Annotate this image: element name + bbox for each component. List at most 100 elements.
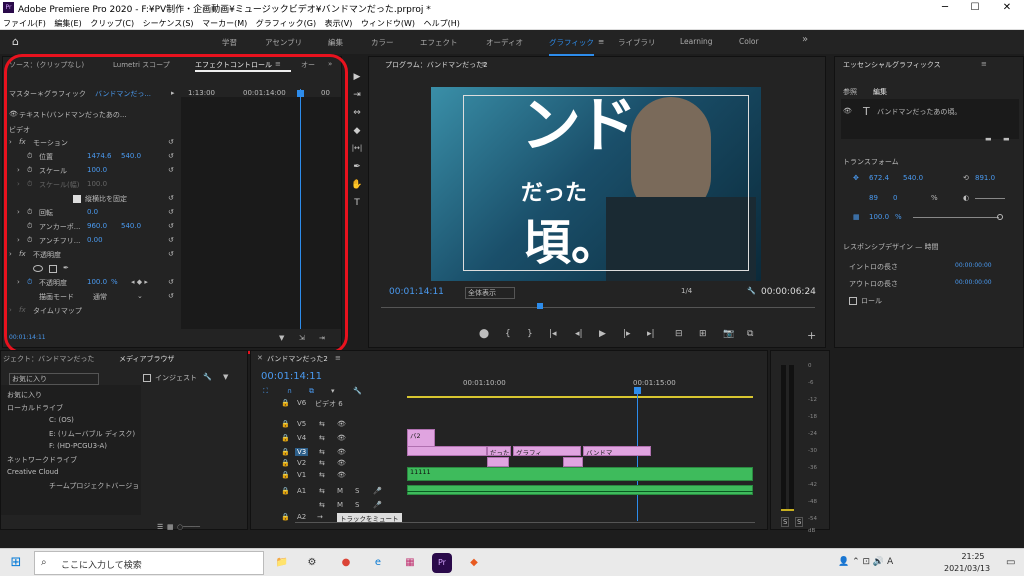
clip-a1-audio[interactable] [407, 485, 753, 495]
wrench-icon[interactable]: 🔧 [203, 373, 212, 381]
system-tray-icons[interactable]: 👤 ⌃ ⊡ 🔊 A [838, 557, 893, 567]
timeline-menu-icon[interactable]: ≡ [335, 354, 341, 362]
program-menu-icon[interactable]: ≡ [481, 60, 487, 68]
fit-dropdown[interactable]: 全体表示 [465, 287, 515, 299]
eg-scale[interactable]: 100.0 [869, 213, 889, 221]
lift-icon[interactable]: ⊟ [675, 329, 683, 339]
clip-v2-a[interactable] [487, 457, 509, 467]
project-tab[interactable]: ジェクト：バンドマンだった [3, 354, 94, 364]
media-browser-tab[interactable]: メディアブラウザ [119, 354, 175, 364]
lock-icon[interactable]: 🔒 [281, 420, 290, 428]
menu-clip[interactable]: クリップ(C) [87, 16, 137, 31]
slip-tool-icon[interactable]: |↔| [350, 144, 364, 152]
lock-icon[interactable]: 🔒 [281, 399, 290, 407]
eg-roll-checkbox[interactable] [849, 297, 857, 305]
program-monitor-title[interactable]: プログラム：バンドマンだった2 [385, 60, 488, 70]
eg-rotation[interactable]: 891.0 [975, 174, 995, 182]
ws-graphics[interactable]: グラフィック [549, 37, 594, 56]
eg-tab-edit[interactable]: 編集 [873, 87, 887, 97]
settings-gear-icon[interactable]: ⚙ [302, 553, 322, 573]
video-frame[interactable]: ンド だった 頃。 [431, 87, 761, 281]
icon-view-icon[interactable]: ▦ [167, 523, 174, 531]
sync-lock-icon[interactable]: ⇆ [319, 487, 325, 495]
eg-pos-y[interactable]: 540.0 [903, 174, 923, 182]
eg-intro-value[interactable]: 00:00:00:00 [955, 262, 992, 269]
mark-in-icon[interactable]: { [505, 329, 511, 339]
photos-icon[interactable]: ▦ [400, 553, 420, 573]
eg-anchor-y[interactable]: 0 [893, 194, 897, 202]
go-to-out-icon[interactable]: ▸| [647, 329, 655, 339]
taskbar-clock[interactable]: 21:25 [953, 552, 993, 561]
lock-icon[interactable]: 🔒 [281, 434, 290, 442]
eg-scale-handle[interactable] [997, 214, 1003, 220]
sync-lock-icon[interactable]: ⇆ [319, 434, 325, 442]
wrench-icon[interactable]: 🔧 [747, 287, 756, 295]
ws-assembly[interactable]: アセンブリ [265, 37, 302, 48]
ripple-edit-tool-icon[interactable]: ⇔ [350, 108, 364, 118]
eg-scale-slider[interactable] [913, 217, 999, 218]
mark-out-icon[interactable]: } [527, 329, 533, 339]
go-to-in-icon[interactable]: |◂ [549, 329, 557, 339]
solo-button[interactable]: S [355, 501, 359, 509]
track-label-v6[interactable]: V6 [297, 399, 306, 407]
file-explorer-icon[interactable]: 📁 [272, 553, 292, 573]
lock-icon[interactable]: 🔒 [281, 448, 290, 456]
tree-network-drives[interactable]: ネットワークドライブ [7, 455, 77, 465]
tree-drive-e[interactable]: E: (リムーバブル ディスク) [49, 429, 135, 439]
mic-icon[interactable]: 🎤 [373, 501, 382, 509]
eg-pos-x[interactable]: 672.4 [869, 174, 889, 182]
eg-menu-icon[interactable]: ≡ [981, 60, 987, 68]
mute-button[interactable]: M [337, 487, 343, 495]
timeline-scrollbar[interactable] [295, 522, 755, 523]
eg-anchor-x[interactable]: 89 [869, 194, 878, 202]
menu-view[interactable]: 表示(V) [322, 16, 356, 31]
eye-icon[interactable]: 👁 [337, 420, 346, 428]
menu-graphics[interactable]: グラフィック(G) [253, 16, 319, 31]
clip-v3-a[interactable] [407, 446, 487, 456]
sync-lock-icon[interactable]: ⇆ [319, 420, 325, 428]
windows-start-icon[interactable]: ⊞ [6, 553, 26, 573]
track-label-a1[interactable]: A1 [297, 487, 306, 495]
ws-color[interactable]: カラー [371, 37, 394, 48]
track-label-v2[interactable]: V2 [297, 459, 306, 467]
selection-tool-icon[interactable]: ▶ [350, 72, 364, 82]
pen-tool-icon[interactable]: ✒ [350, 162, 364, 172]
extract-icon[interactable]: ⊞ [699, 329, 707, 339]
close-sequence-icon[interactable]: ✕ [257, 354, 263, 362]
chrome-icon[interactable]: ● [336, 553, 356, 573]
sync-lock-icon[interactable]: ⇆ [319, 471, 325, 479]
tree-team-project[interactable]: チームプロジェクトバージョ [49, 481, 139, 491]
clip-v3-graphic[interactable]: グラフィ [513, 446, 581, 456]
zoom-slider[interactable]: ○──── [177, 523, 200, 531]
menu-help[interactable]: ヘルプ(H) [421, 16, 463, 31]
new-layer-icon[interactable]: ▬ [985, 135, 992, 143]
taskbar-search-box[interactable]: ⌕ ここに入力して検索 [34, 551, 264, 575]
track-label-v5[interactable]: V5 [297, 420, 306, 428]
lock-icon[interactable]: 🔒 [281, 459, 290, 467]
ws-learn[interactable]: 学習 [222, 37, 237, 48]
ws-graphics-menu-icon[interactable]: ≡ [598, 37, 604, 46]
clip-v3-datta[interactable]: だった [487, 446, 511, 456]
eg-opacity-slider[interactable] [975, 198, 1005, 199]
lock-icon[interactable]: 🔒 [281, 487, 290, 495]
clip-v4-graphic[interactable]: バ2 [407, 429, 435, 447]
eg-tab-browse[interactable]: 参照 [843, 87, 857, 97]
eye-icon[interactable]: 👁 [337, 434, 346, 442]
eye-icon[interactable]: 👁 [337, 459, 346, 467]
premiere-taskbar-icon[interactable]: Pr [432, 553, 452, 573]
solo-button[interactable]: S [355, 487, 359, 495]
ws-edit[interactable]: 編集 [328, 37, 343, 48]
track-label-a2[interactable]: A2 [297, 513, 306, 521]
sync-lock-icon[interactable]: ⇆ [319, 501, 325, 509]
step-forward-icon[interactable]: |▸ [623, 329, 631, 339]
eg-layer-name[interactable]: バンドマンだったあの頃。 [877, 107, 961, 117]
program-scrubber[interactable] [381, 307, 815, 315]
program-playhead[interactable] [537, 303, 543, 309]
sync-lock-icon[interactable]: ⇆ [319, 448, 325, 456]
camera-icon[interactable]: 📷 [723, 329, 734, 339]
filter-icon[interactable]: ▼ [223, 373, 228, 381]
tree-drive-f[interactable]: F: (HD-PCGU3-A) [49, 442, 107, 450]
eye-icon[interactable]: 👁 [337, 448, 346, 456]
maximize-button[interactable]: ☐ [960, 0, 990, 16]
menu-sequence[interactable]: シーケンス(S) [140, 16, 197, 31]
